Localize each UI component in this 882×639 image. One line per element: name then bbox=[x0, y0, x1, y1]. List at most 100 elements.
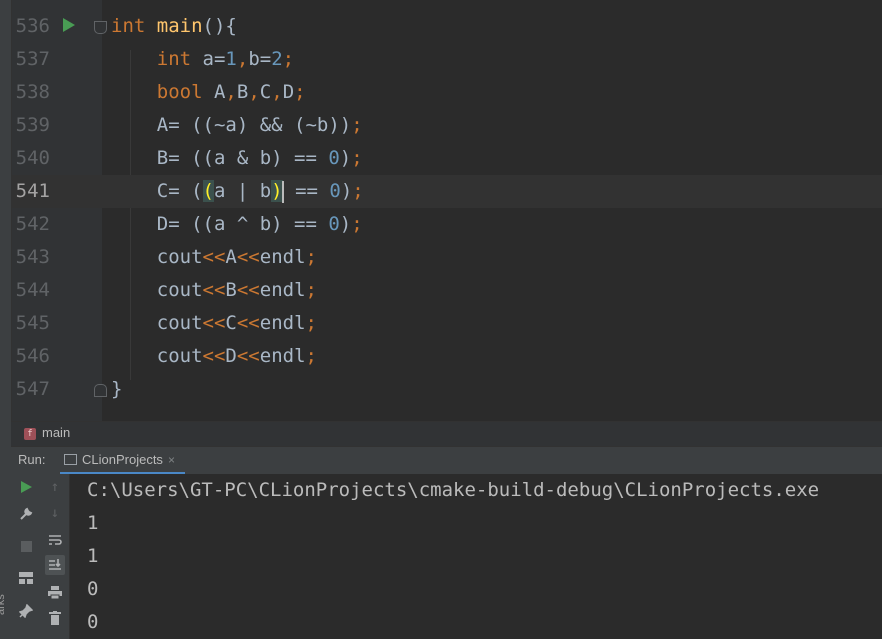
code-token: 0 bbox=[328, 147, 340, 169]
soft-wrap-icon[interactable] bbox=[45, 530, 65, 550]
code-token: A bbox=[225, 246, 237, 268]
scroll-to-end-icon[interactable] bbox=[45, 555, 65, 575]
code-text[interactable]: cout<<D<<endl; bbox=[111, 340, 317, 373]
code-text[interactable]: C= ((a | b) == 0); bbox=[111, 175, 364, 208]
code-token: , bbox=[271, 81, 283, 103]
code-editor[interactable]: 536 int main(){537 int a=1,b=2; 538 bool A… bbox=[0, 0, 882, 421]
code-text[interactable]: int main(){ bbox=[111, 10, 237, 43]
line-number: 546 bbox=[15, 345, 50, 367]
code-token: endl bbox=[259, 279, 306, 301]
code-token: bool bbox=[156, 81, 203, 103]
code-token: C bbox=[225, 312, 237, 334]
run-toolbar: Run: CLionProjects × bbox=[11, 446, 882, 475]
pin-icon[interactable] bbox=[16, 601, 36, 621]
layout-icon[interactable] bbox=[16, 568, 36, 588]
line-number: 539 bbox=[15, 114, 50, 136]
wrench-icon[interactable] bbox=[16, 504, 36, 524]
code-line[interactable]: 542 D= ((a ^ b) == 0); bbox=[0, 208, 882, 241]
code-token: b= bbox=[248, 48, 272, 70]
code-token: cout bbox=[111, 246, 203, 268]
code-line[interactable]: 543 cout<<A<<endl; bbox=[0, 241, 882, 274]
code-text[interactable]: int a=1,b=2; bbox=[111, 43, 294, 76]
run-console-output[interactable]: C:\Users\GT-PC\CLionProjects\cmake-build… bbox=[70, 474, 882, 639]
breadcrumb-item-main[interactable]: main bbox=[42, 425, 70, 440]
code-line[interactable]: 546 cout<<D<<endl; bbox=[0, 340, 882, 373]
code-token: << bbox=[202, 345, 226, 367]
code-token: } bbox=[111, 378, 123, 400]
code-line[interactable]: 540 B= ((a & b) == 0); bbox=[0, 142, 882, 175]
code-token: ; bbox=[282, 48, 295, 70]
code-token: ; bbox=[305, 345, 317, 367]
code-token: ) bbox=[339, 147, 352, 169]
close-icon[interactable]: × bbox=[168, 453, 175, 467]
console-actions-column: ↑ ↓ bbox=[42, 474, 70, 639]
trash-icon[interactable] bbox=[45, 608, 65, 628]
code-token: ; bbox=[351, 213, 363, 235]
code-text[interactable]: } bbox=[111, 373, 122, 406]
code-token: D bbox=[225, 345, 237, 367]
run-actions-column bbox=[11, 474, 42, 639]
code-text[interactable]: cout<<C<<endl; bbox=[111, 307, 317, 340]
stop-icon[interactable] bbox=[16, 536, 36, 556]
code-token: 1 bbox=[225, 48, 237, 70]
code-token: B= ((a & b) == bbox=[111, 147, 329, 169]
code-token: ; bbox=[305, 312, 317, 334]
code-text[interactable]: bool A,B,C,D; bbox=[111, 76, 306, 109]
print-icon[interactable] bbox=[45, 582, 65, 602]
code-token: B bbox=[225, 279, 237, 301]
code-token: ; bbox=[351, 147, 363, 169]
code-line[interactable]: 545 cout<<C<<endl; bbox=[0, 307, 882, 340]
code-line[interactable]: 537 int a=1,b=2; bbox=[0, 43, 882, 76]
tab-clionprojects[interactable]: CLionProjects × bbox=[60, 447, 185, 474]
function-icon: f bbox=[24, 428, 36, 440]
code-line[interactable]: 541 C= ((a | b) == 0); bbox=[0, 175, 882, 208]
code-line[interactable]: 536 int main(){ bbox=[0, 10, 882, 43]
code-line[interactable]: 547} bbox=[0, 373, 882, 406]
code-token: D= ((a ^ b) == bbox=[111, 213, 329, 235]
code-text[interactable]: A= ((~a) && (~b)); bbox=[111, 109, 363, 142]
code-token: 2 bbox=[271, 48, 283, 70]
code-line[interactable]: 544 cout<<B<<endl; bbox=[0, 274, 882, 307]
code-token: int bbox=[156, 48, 192, 70]
line-number: 537 bbox=[15, 48, 50, 70]
code-token: 0 bbox=[328, 213, 340, 235]
code-text[interactable]: cout<<B<<endl; bbox=[111, 274, 317, 307]
line-number: 540 bbox=[15, 147, 50, 169]
code-token: << bbox=[202, 279, 226, 301]
code-token: C bbox=[259, 81, 272, 103]
code-token: << bbox=[236, 246, 260, 268]
code-token: ) bbox=[340, 180, 353, 202]
arrow-down-icon[interactable]: ↓ bbox=[45, 503, 65, 523]
code-token: << bbox=[202, 312, 226, 334]
rerun-icon[interactable] bbox=[16, 477, 36, 497]
line-number: 541 bbox=[15, 180, 50, 202]
code-text[interactable]: cout<<A<<endl; bbox=[111, 241, 317, 274]
code-token: endl bbox=[259, 345, 306, 367]
code-text[interactable]: D= ((a ^ b) == 0); bbox=[111, 208, 363, 241]
arrow-up-icon[interactable]: ↑ bbox=[45, 477, 65, 497]
console-line: 0 bbox=[87, 611, 99, 633]
console-line: C:\Users\GT-PC\CLionProjects\cmake-build… bbox=[87, 479, 820, 501]
fold-open-icon[interactable] bbox=[94, 21, 107, 34]
code-token: , bbox=[225, 81, 237, 103]
code-token: ; bbox=[305, 246, 317, 268]
code-token: cout bbox=[111, 312, 203, 334]
code-token: << bbox=[236, 279, 260, 301]
tab-label: CLionProjects bbox=[82, 452, 163, 467]
line-number: 545 bbox=[15, 312, 50, 334]
console-line: 1 bbox=[87, 545, 99, 567]
line-number: 547 bbox=[15, 378, 50, 400]
bookmarks-side-tab[interactable]: arks bbox=[0, 594, 7, 615]
code-line[interactable]: 538 bool A,B,C,D; bbox=[0, 76, 882, 109]
code-line[interactable]: 539 A= ((~a) && (~b)); bbox=[0, 109, 882, 142]
fold-close-icon[interactable] bbox=[94, 384, 107, 397]
code-token: == bbox=[283, 180, 330, 202]
line-number: 536 bbox=[15, 15, 50, 37]
run-play-icon[interactable] bbox=[63, 18, 75, 32]
code-token: << bbox=[202, 246, 226, 268]
code-text[interactable]: B= ((a & b) == 0); bbox=[111, 142, 363, 175]
code-token: cout bbox=[111, 279, 203, 301]
